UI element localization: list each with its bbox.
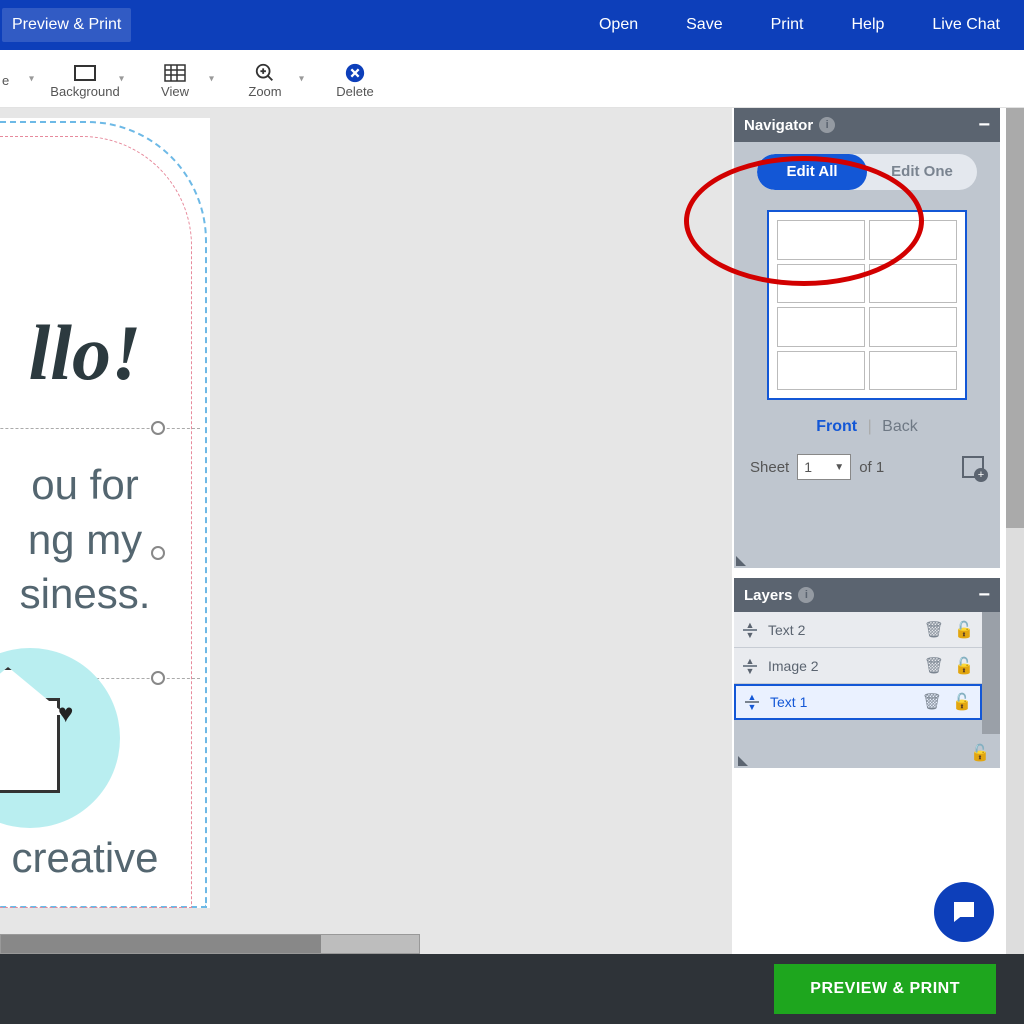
layer-name: Text 1: [770, 694, 807, 710]
layer-row-selected[interactable]: ▲▼ Text 1 🗑 🔓: [734, 684, 982, 720]
unlock-icon[interactable]: 🔓: [954, 656, 974, 676]
edit-all-option[interactable]: Edit All: [757, 154, 867, 190]
tool-edge-partial[interactable]: e ▾: [0, 50, 40, 107]
thank-you-text[interactable]: ou for ng my siness.: [0, 458, 210, 622]
layers-scrollbar[interactable]: [982, 612, 1000, 734]
mini-tag: [869, 264, 957, 304]
bottom-bar: PREVIEW & PRINT: [0, 954, 1024, 1024]
layers-header: Layers i −: [734, 578, 1000, 612]
chevron-down-icon: ▾: [119, 73, 124, 84]
layer-row[interactable]: ▲▼ Image 2 🗑 🔓: [734, 648, 982, 684]
heart-icon: ♥: [58, 698, 73, 729]
back-side-button[interactable]: Back: [882, 418, 918, 435]
tool-zoom[interactable]: Zoom ▾: [220, 50, 310, 107]
canvas-horizontal-scrollbar[interactable]: [0, 934, 420, 954]
chevron-down-icon: ▾: [299, 73, 304, 84]
chevron-down-icon: ▾: [209, 73, 214, 84]
layers-title: Layers: [744, 587, 792, 604]
layer-row[interactable]: ▲▼ Text 2 🗑 🔓: [734, 612, 982, 648]
selection-handle[interactable]: [151, 671, 165, 685]
design-canvas[interactable]: llo! ou for ng my siness. ♥ creative: [0, 108, 732, 954]
trash-icon[interactable]: 🗑: [924, 656, 944, 676]
mini-tag: [869, 307, 957, 347]
resize-handle-icon[interactable]: [736, 556, 746, 566]
unlock-icon[interactable]: 🔓: [970, 743, 990, 763]
mini-tag: [777, 307, 865, 347]
chat-fab-button[interactable]: [934, 882, 994, 942]
mini-tag: [869, 351, 957, 391]
chevron-down-icon: ▼: [834, 462, 844, 473]
preview-and-print-button[interactable]: PREVIEW & PRINT: [774, 964, 996, 1014]
layers-panel: Layers i − ▲▼ Text 2 🗑 🔓 ▲▼ Image 2 🗑 🔓 ▲▼…: [734, 578, 1000, 768]
trash-icon[interactable]: 🗑: [924, 620, 944, 640]
sheet-label: Sheet: [750, 459, 789, 476]
tool-background-label: Background: [50, 84, 119, 99]
selection-handle[interactable]: [151, 421, 165, 435]
info-icon[interactable]: i: [819, 117, 835, 133]
add-sheet-button[interactable]: +: [962, 456, 984, 478]
magnifier-plus-icon: [253, 62, 277, 84]
tool-view[interactable]: View ▾: [130, 50, 220, 107]
envelope-icon: [0, 698, 60, 793]
navigator-title: Navigator: [744, 117, 813, 134]
creative-text[interactable]: creative: [0, 834, 210, 882]
tool-background[interactable]: Background ▾: [40, 50, 130, 107]
right-panels: Navigator i − Edit All Edit One Front |: [732, 108, 1024, 954]
reorder-icon[interactable]: ▲▼: [742, 622, 758, 638]
scrollbar-thumb[interactable]: [1, 935, 321, 953]
menu-print[interactable]: Print: [747, 2, 828, 48]
rectangle-icon: [73, 62, 97, 84]
collapse-panel-button[interactable]: −: [978, 114, 990, 137]
mini-tag: [777, 264, 865, 304]
edit-mode-toggle[interactable]: Edit All Edit One: [757, 154, 977, 190]
reorder-icon[interactable]: ▲▼: [744, 694, 760, 710]
front-back-switch: Front | Back: [746, 418, 988, 436]
mini-tag: [777, 220, 865, 260]
sheet-thumbnail[interactable]: [767, 210, 967, 400]
mini-tag: [777, 351, 865, 391]
front-side-button[interactable]: Front: [816, 418, 857, 435]
chat-bubble-icon: [949, 897, 979, 927]
preview-and-print-top-button[interactable]: Preview & Print: [2, 8, 131, 42]
tool-zoom-label: Zoom: [248, 84, 281, 99]
secondary-toolbar: e ▾ Background ▾ View ▾ Zoom ▾ Delete: [0, 50, 1024, 108]
mini-tag: [869, 220, 957, 260]
unlock-icon[interactable]: 🔓: [954, 620, 974, 640]
reorder-icon[interactable]: ▲▼: [742, 658, 758, 674]
scrollbar-thumb[interactable]: [1006, 108, 1024, 528]
tag-artboard[interactable]: llo! ou for ng my siness. ♥ creative: [0, 118, 210, 908]
layer-name: Text 2: [768, 622, 805, 638]
hello-heading[interactable]: llo!: [0, 308, 210, 398]
grid-icon: [163, 62, 187, 84]
sheet-of-label: of 1: [859, 459, 884, 476]
menu-live-chat[interactable]: Live Chat: [908, 2, 1024, 48]
top-menu-bar: Preview & Print Open Save Print Help Liv…: [0, 0, 1024, 50]
layers-footer: 🔓: [734, 738, 1000, 768]
resize-handle-icon[interactable]: [738, 756, 748, 766]
delete-x-icon: [343, 62, 367, 84]
menu-open[interactable]: Open: [575, 2, 662, 48]
tool-delete-label: Delete: [336, 84, 374, 99]
edit-one-option[interactable]: Edit One: [867, 154, 977, 190]
tool-view-label: View: [161, 84, 189, 99]
chevron-down-icon: ▾: [29, 73, 34, 84]
navigator-header: Navigator i −: [734, 108, 1000, 142]
scrollbar-thumb[interactable]: [982, 612, 1000, 734]
tool-edge-label: e: [2, 73, 9, 88]
collapse-panel-button[interactable]: −: [978, 584, 990, 607]
info-icon[interactable]: i: [798, 587, 814, 603]
layer-name: Image 2: [768, 658, 819, 674]
sheet-select[interactable]: 1 ▼: [797, 454, 851, 480]
trash-icon[interactable]: 🗑: [922, 692, 942, 712]
unlock-icon[interactable]: 🔓: [952, 692, 972, 712]
menu-help[interactable]: Help: [828, 2, 909, 48]
menu-save[interactable]: Save: [662, 2, 746, 48]
navigator-panel: Navigator i − Edit All Edit One Front |: [734, 108, 1000, 568]
selection-top-edge: [0, 428, 200, 429]
panel-vertical-scrollbar[interactable]: [1006, 108, 1024, 954]
tool-delete[interactable]: Delete: [310, 50, 400, 107]
